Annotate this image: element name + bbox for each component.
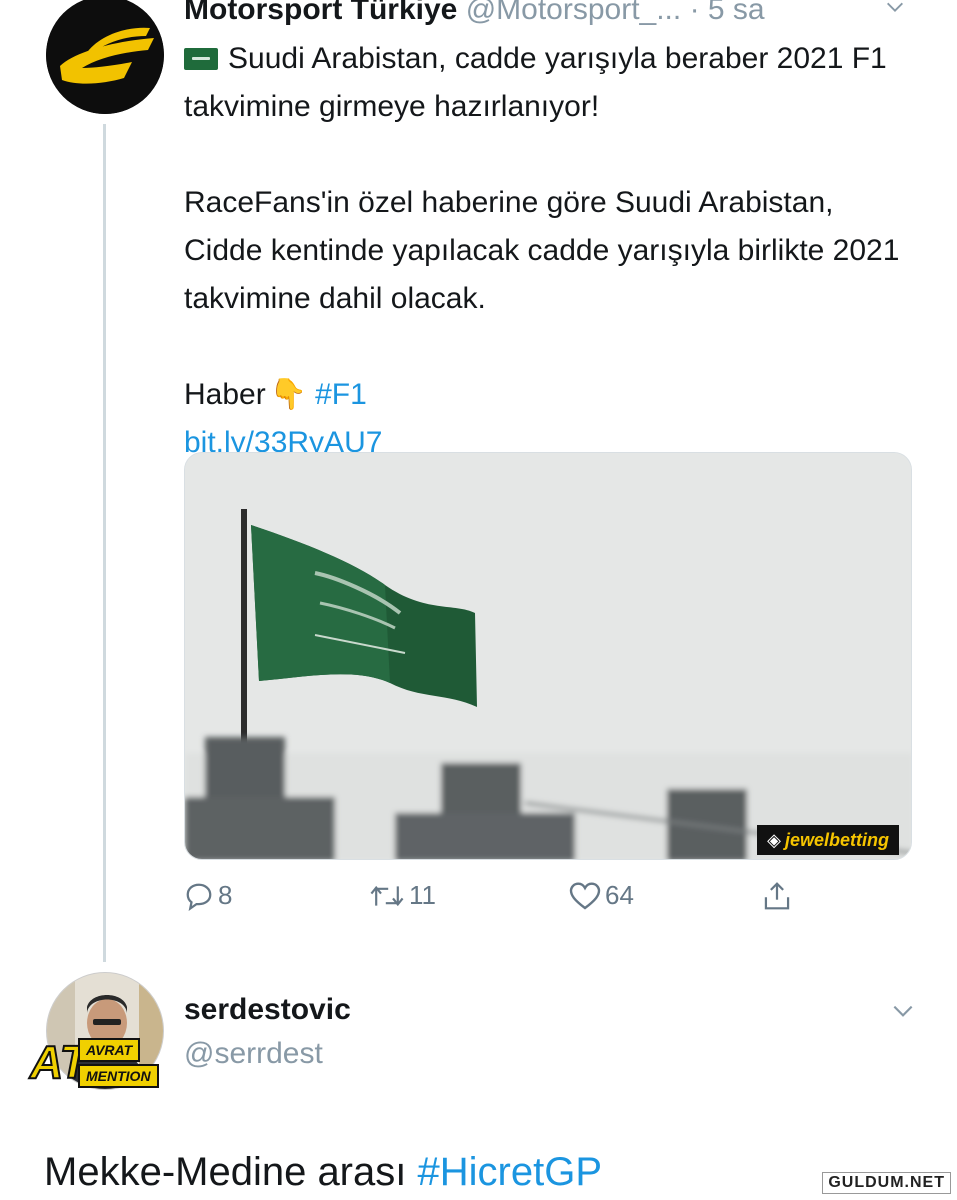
author-handle[interactable]: @Motorsport_... xyxy=(466,0,682,26)
tweet-body: Suudi Arabistan, cadde yarışıyla beraber… xyxy=(184,35,914,467)
retweet-count: 11 xyxy=(409,880,436,910)
reply-button[interactable]: 8 xyxy=(184,880,232,911)
media-watermark: ◈ jewelbetting xyxy=(757,825,899,855)
tweet-line-1: Suudi Arabistan, cadde yarışıyla beraber… xyxy=(184,42,887,123)
chevron-down-icon[interactable] xyxy=(890,998,916,1024)
author-name[interactable]: Motorsport Türkiye xyxy=(184,0,457,26)
site-watermark: GULDUM.NET xyxy=(822,1172,951,1194)
haber-label: Haber xyxy=(184,378,266,411)
tweet-line-2: RaceFans'in özel haberine göre Suudi Ara… xyxy=(184,186,900,315)
reply-body: Mekke-Medine arası #HicretGP xyxy=(44,1148,602,1196)
pointing-down-hand-icon: 👇 xyxy=(269,378,308,411)
chevron-down-icon[interactable] xyxy=(884,0,906,18)
watermark-text: jewelbetting xyxy=(784,830,889,850)
hashtag-link[interactable]: #F1 xyxy=(315,378,367,411)
saudi-flag-icon xyxy=(184,48,218,70)
retweet-icon xyxy=(370,885,404,906)
reply-hashtag-link[interactable]: #HicretGP xyxy=(418,1150,603,1194)
tweet-header: Motorsport Türkiye @Motorsport_... · 5 s… xyxy=(184,0,765,30)
at-mention-badge: AT AVRAT MENTION xyxy=(29,1030,176,1094)
reply-author-name[interactable]: serdestovic xyxy=(184,992,351,1028)
thread-line xyxy=(103,124,106,962)
motorsport-logo-icon xyxy=(46,0,164,114)
share-icon xyxy=(764,882,790,910)
motorsport-avatar[interactable] xyxy=(46,0,164,114)
like-button[interactable]: 64 xyxy=(569,880,634,911)
tweet-paragraph-3: Haber 👇 #F1 xyxy=(184,371,914,419)
tweet-paragraph-1: Suudi Arabistan, cadde yarışıyla beraber… xyxy=(184,35,914,131)
reply-count: 8 xyxy=(218,880,233,910)
heart-icon xyxy=(569,882,601,910)
jewel-icon: ◈ xyxy=(767,830,781,850)
reply-author-handle[interactable]: @serrdest xyxy=(184,1036,323,1072)
like-count: 64 xyxy=(605,880,634,910)
reply-text: Mekke-Medine arası xyxy=(44,1150,407,1194)
saudi-flag-photo xyxy=(185,453,911,859)
at-badge-top: AVRAT xyxy=(78,1038,141,1062)
retweet-button[interactable]: 11 xyxy=(369,880,436,911)
tweet-media-image[interactable]: ◈ jewelbetting xyxy=(184,452,912,860)
at-badge-bottom: MENTION xyxy=(78,1064,159,1088)
tweet-actions: 8 11 64 xyxy=(184,880,914,924)
share-button[interactable] xyxy=(762,880,792,912)
reply-icon xyxy=(186,883,212,911)
tweet-time[interactable]: · 5 sa xyxy=(690,0,765,26)
